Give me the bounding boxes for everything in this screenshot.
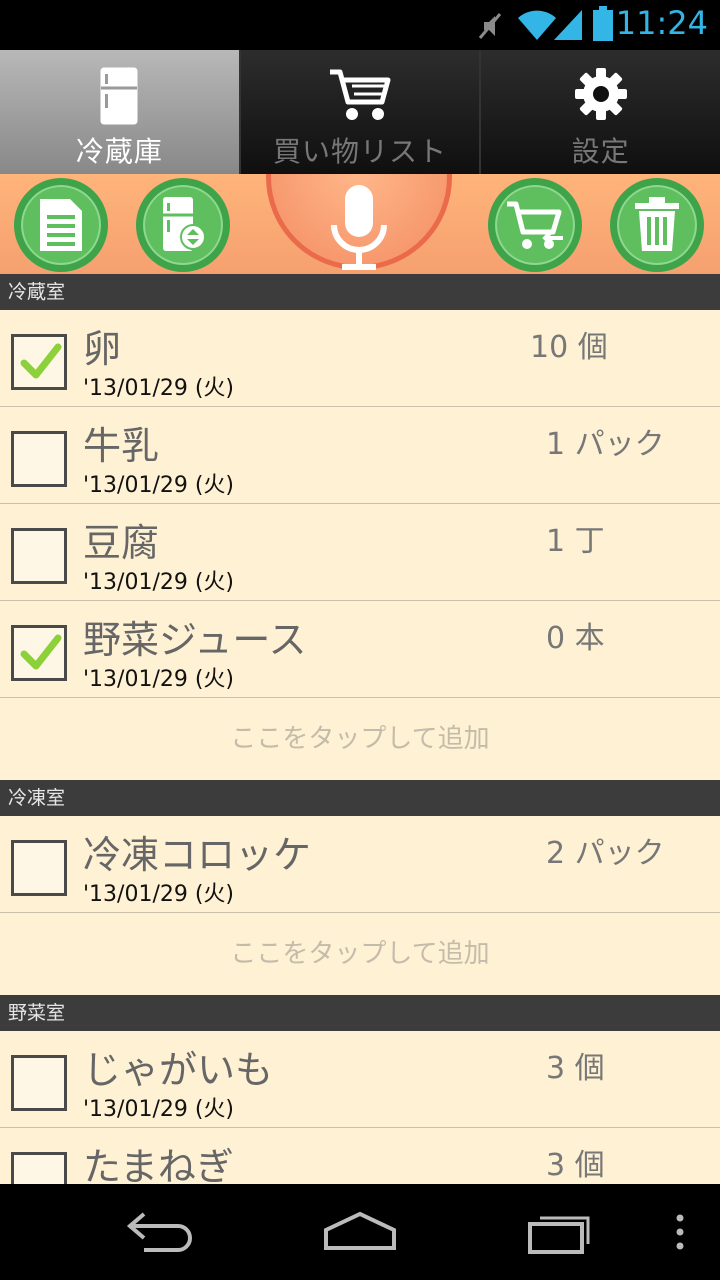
list-item[interactable]: 野菜ジュース 0 本 '13/01/29 (火) [0,601,720,698]
item-name: たまねぎ [83,1145,234,1184]
tab-fridge[interactable]: 冷蔵庫 [0,50,241,174]
checkmark-icon [20,343,62,379]
fridge-sort-button[interactable] [136,178,230,272]
document-button[interactable] [14,178,108,272]
gear-icon [574,68,627,120]
trash-icon [635,197,679,251]
item-date: '13/01/29 (火) [83,1097,235,1122]
item-date: '13/01/29 (火) [83,667,235,692]
tab-shopping-list[interactable]: 買い物リスト [240,50,482,174]
add-item-row[interactable]: ここをタップして追加 [0,913,720,995]
section-header: 野菜室 [0,995,720,1031]
item-date: '13/01/29 (火) [83,570,235,595]
item-quantity: 1 パック [546,427,665,462]
list-item[interactable]: 冷凍コロッケ 2 パック '13/01/29 (火) [0,816,720,913]
list-item[interactable]: じゃがいも 3 個 '13/01/29 (火) [0,1031,720,1128]
item-quantity: 1 丁 [546,524,605,559]
item-list: 冷蔵室 卵 10 個 '13/01/29 (火) 牛乳 1 パック '13/01… [0,274,720,1184]
item-quantity: 3 個 [546,1051,605,1086]
fridge-icon [100,67,138,125]
tab-label: 設定 [571,135,630,168]
item-name: 野菜ジュース [83,618,307,662]
status-bar: 11:24 [0,0,720,50]
item-checkbox[interactable] [11,840,67,896]
clock: 11:24 [615,4,708,42]
item-checkbox[interactable] [11,334,67,390]
navigation-bar [0,1184,720,1280]
section-header: 冷凍室 [0,780,720,816]
item-checkbox[interactable] [11,528,67,584]
item-date: '13/01/29 (火) [83,882,235,907]
list-item[interactable]: 卵 10 個 '13/01/29 (火) [0,310,720,407]
list-item[interactable]: たまねぎ 3 個 [0,1128,720,1184]
overflow-menu-icon[interactable] [674,1214,686,1250]
item-name: 豆腐 [83,521,160,565]
battery-icon [593,6,613,41]
back-icon[interactable] [124,1208,196,1252]
add-item-row[interactable]: ここをタップして追加 [0,698,720,780]
item-quantity: 2 パック [546,836,665,871]
signal-icon [554,10,582,40]
microphone-icon [331,185,387,270]
item-checkbox[interactable] [11,1152,67,1184]
item-checkbox[interactable] [11,1055,67,1111]
item-quantity: 10 個 [530,330,608,365]
home-icon[interactable] [322,1208,398,1252]
item-quantity: 0 本 [546,621,605,656]
tab-settings[interactable]: 設定 [481,50,720,174]
item-date: '13/01/29 (火) [83,473,235,498]
item-checkbox[interactable] [11,625,67,681]
item-quantity: 3 個 [546,1148,605,1183]
fridge-sort-icon [163,197,206,251]
cart-icon [330,69,391,120]
list-item[interactable]: 豆腐 1 丁 '13/01/29 (火) [0,504,720,601]
cart-move-icon [507,201,563,249]
action-toolbar [0,174,720,274]
item-name: 卵 [83,327,122,371]
list-item[interactable]: 牛乳 1 パック '13/01/29 (火) [0,407,720,504]
delete-button[interactable] [610,178,704,272]
tab-label: 冷蔵庫 [75,135,163,168]
recent-apps-icon[interactable] [526,1208,598,1256]
document-icon [40,199,82,251]
mute-icon [478,13,502,39]
checkmark-icon [20,634,62,670]
item-name: 牛乳 [83,424,160,468]
item-name: 冷凍コロッケ [83,833,312,877]
section-header: 冷蔵室 [0,274,720,310]
top-tab-bar: 冷蔵庫 買い物リスト 設定 [0,50,720,174]
item-checkbox[interactable] [11,431,67,487]
tab-label: 買い物リスト [273,135,448,168]
item-date: '13/01/29 (火) [83,376,235,401]
item-name: じゃがいも [83,1048,274,1092]
move-to-cart-button[interactable] [488,178,582,272]
voice-input-button[interactable] [266,174,452,270]
